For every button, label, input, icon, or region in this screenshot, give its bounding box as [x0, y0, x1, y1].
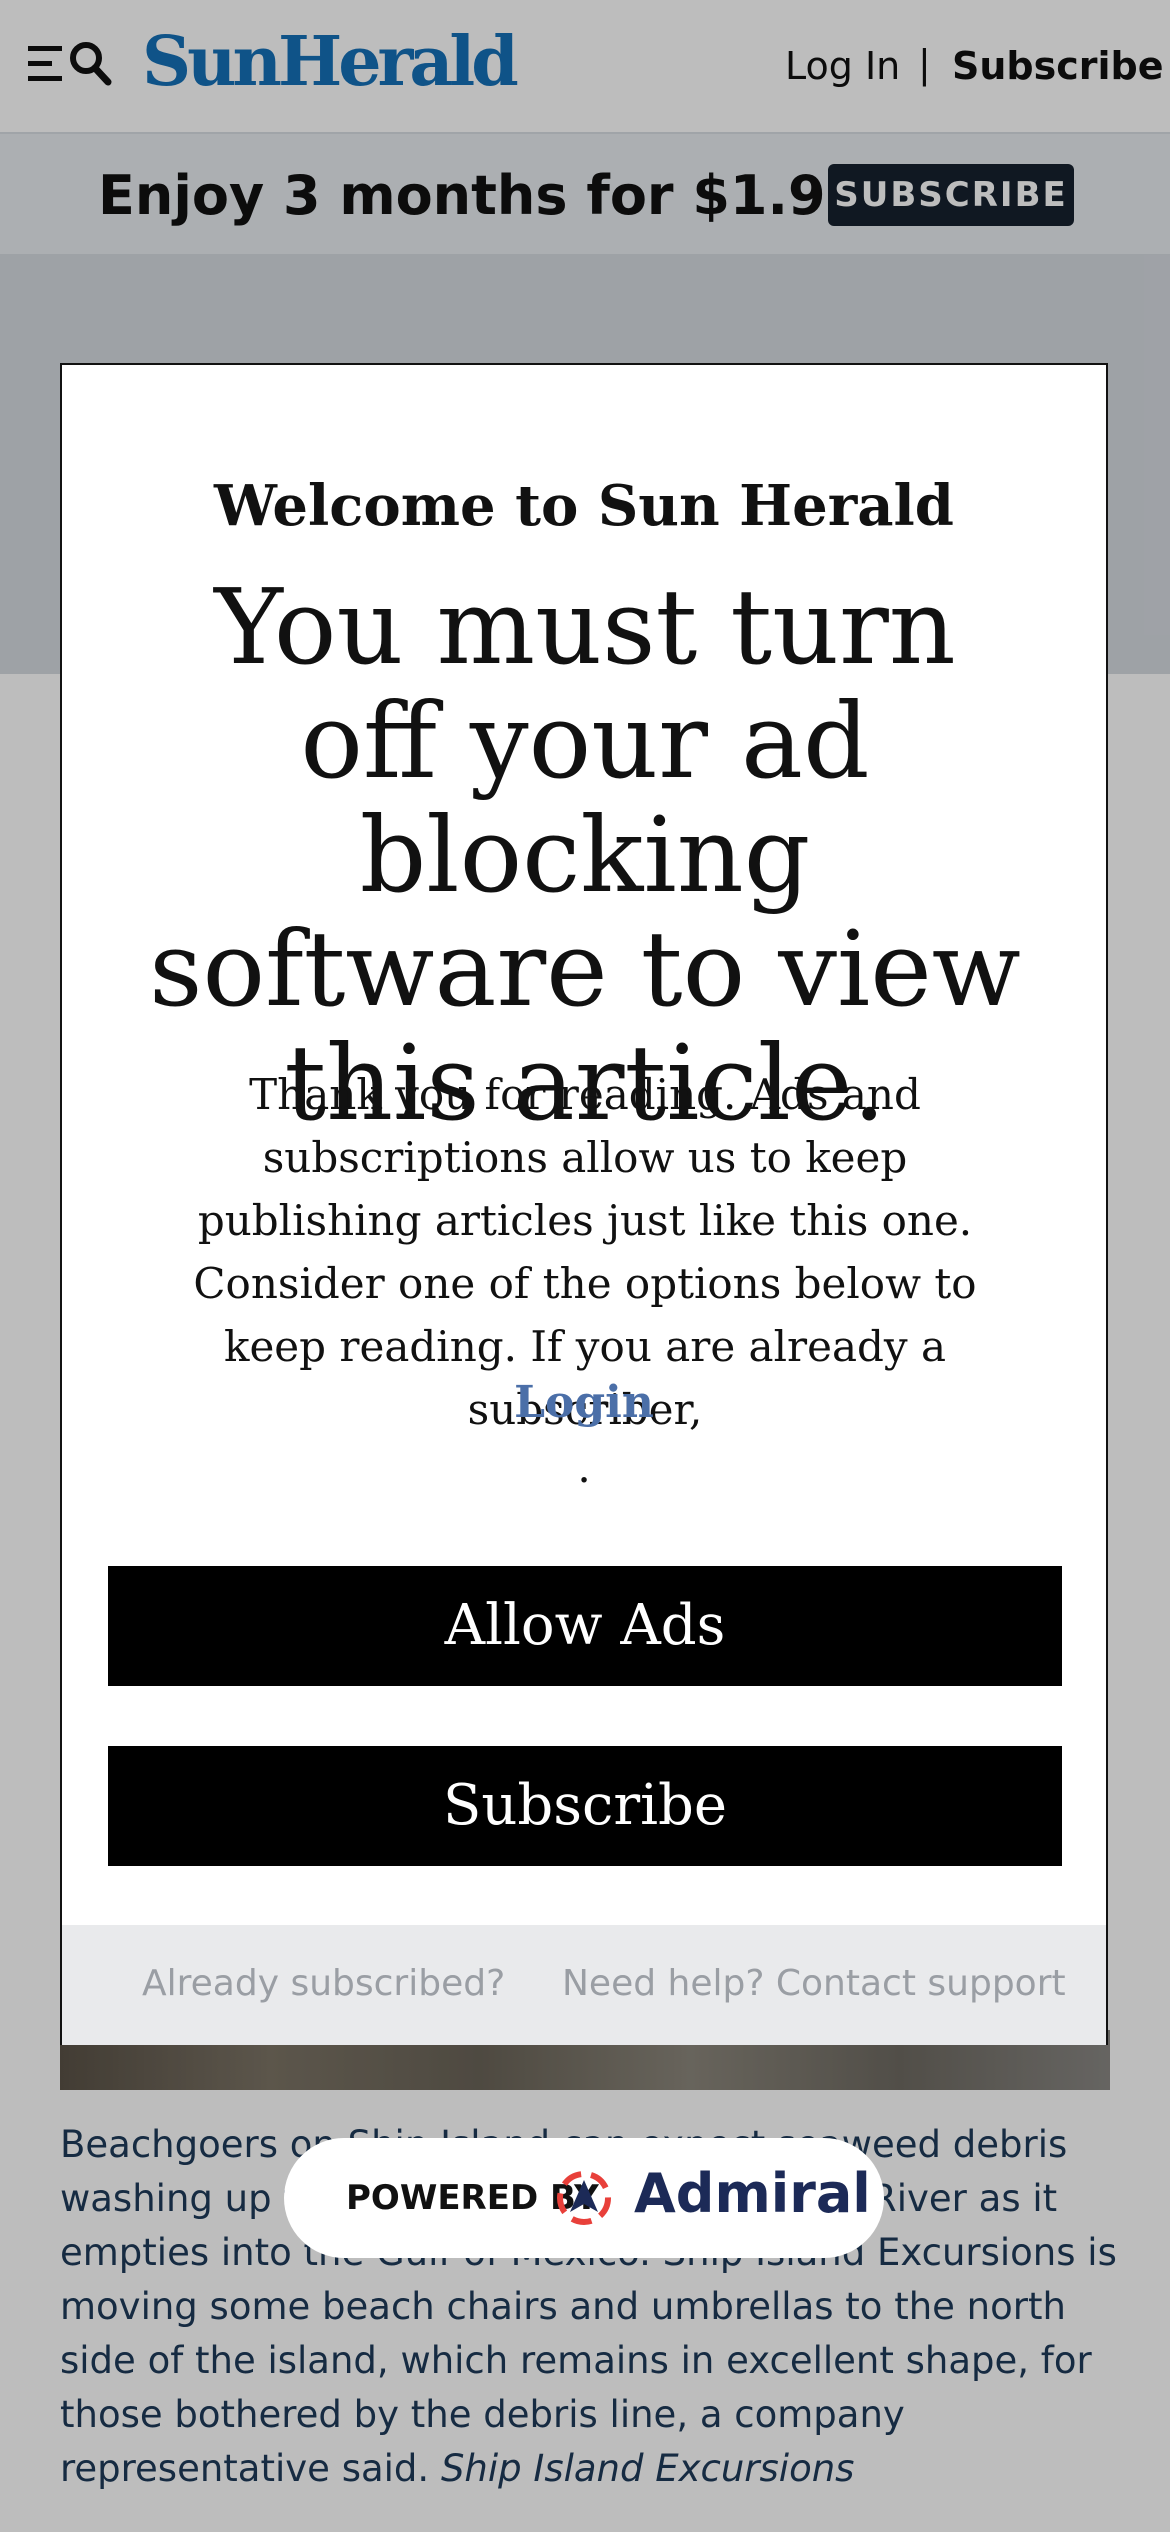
contact-support-link[interactable]: Need help? Contact support — [562, 1963, 1066, 2004]
subscribe-button[interactable]: Subscribe — [108, 1746, 1062, 1866]
modal-headline: You must turn off your ad blocking softw… — [149, 566, 1021, 1144]
already-subscribed-link[interactable]: Already subscribed? — [142, 1963, 505, 2004]
admiral-brand: Admiral — [634, 2162, 871, 2225]
allow-ads-button[interactable]: Allow Ads — [108, 1566, 1062, 1686]
powered-by-badge[interactable]: POWERED BY Admiral — [284, 2138, 884, 2258]
modal-period: . — [577, 1443, 591, 1492]
modal-welcome: Welcome to Sun Herald — [214, 473, 954, 539]
modal-footer: Already subscribed? Need help? Contact s… — [62, 1925, 1106, 2045]
adblock-modal: Welcome to Sun Herald You must turn off … — [60, 363, 1108, 2045]
admiral-logo-icon — [557, 2171, 611, 2225]
modal-login-link[interactable]: Login — [62, 1377, 1106, 1428]
